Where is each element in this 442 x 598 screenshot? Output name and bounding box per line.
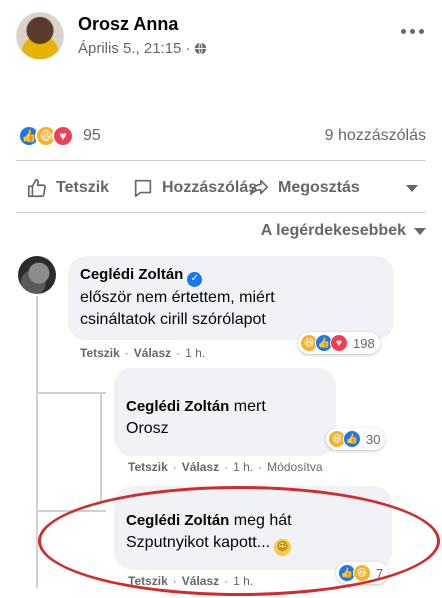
edited-label[interactable]: Módosítva <box>267 460 322 474</box>
comment-reply-link[interactable]: Válasz <box>182 574 219 588</box>
comment-text-line: először nem értettem, miért <box>80 288 275 306</box>
comment-text-line: meg hát <box>233 512 292 529</box>
comment-text-line: csináltatok cirill szórólapot <box>80 310 266 328</box>
like-button[interactable]: Tetszik <box>26 177 109 199</box>
meta-separator: · <box>224 460 229 474</box>
comment-meta: Tetszik · Válasz · 1 h. · Módosítva <box>128 460 323 474</box>
comment-sort-dropdown[interactable]: A legérdekesebbek <box>261 222 426 240</box>
comment-text-line: Orosz <box>126 420 169 437</box>
comment-like-link[interactable]: Tetszik <box>128 574 168 588</box>
comment-bubble: Ceglédi Zoltán ✓ először nem értettem, mi… <box>68 256 394 340</box>
comment-reactions[interactable]: 😆 👍 30 <box>326 428 386 450</box>
comment-button-label: Hozzászólás <box>162 179 258 196</box>
divider <box>16 212 426 213</box>
comment-icon <box>134 179 152 198</box>
comment-reply-link[interactable]: Válasz <box>182 460 219 474</box>
comment-author[interactable]: Ceglédi Zoltán <box>126 398 229 415</box>
reply-bubble: Ceglédi Zoltán meg hát Szputnyikot kapot… <box>114 486 392 570</box>
comment-reaction-count: 198 <box>353 335 375 351</box>
verified-badge-icon: ✓ <box>187 271 203 287</box>
share-dropdown-caret-icon[interactable] <box>406 184 418 192</box>
chevron-down-icon <box>414 227 426 235</box>
reaction-count[interactable]: 95 <box>83 127 101 145</box>
comment-reply-link[interactable]: Válasz <box>134 346 171 360</box>
meta-separator: · <box>176 346 181 360</box>
meta-separator: · <box>124 346 129 360</box>
comment-reaction-count: 30 <box>366 431 381 447</box>
sort-label: A legérdekesebbek <box>260 222 406 239</box>
comment-button[interactable]: Hozzászólás <box>132 177 257 199</box>
meta-separator: · <box>172 574 177 588</box>
haha-reaction-icon: 😆 <box>353 564 371 582</box>
meta-separator: · <box>172 460 177 474</box>
share-button[interactable]: Megosztás <box>248 177 360 199</box>
meta-separator: · <box>185 40 191 57</box>
post-action-bar: Tetszik Hozzászólás Megosztás <box>18 172 426 204</box>
comment-author[interactable]: Ceglédi Zoltán <box>80 266 183 283</box>
comment-time[interactable]: 1 h. <box>185 346 205 360</box>
meta-separator: · <box>224 574 229 588</box>
reply-connector <box>36 510 106 512</box>
reaction-summary[interactable]: 👍 😆 ♥ 95 <box>18 125 101 147</box>
love-reaction-icon: ♥ <box>330 334 348 352</box>
like-button-label: Tetszik <box>56 179 110 196</box>
reply-connector <box>36 392 106 394</box>
meta-separator: · <box>258 460 263 474</box>
post-author-name[interactable]: Orosz Anna <box>78 14 178 35</box>
reply-bubble: Ceglédi Zoltán mert Orosz <box>114 368 336 456</box>
share-icon <box>249 179 269 196</box>
author-avatar[interactable] <box>16 12 64 60</box>
post-date[interactable]: Április 5., 21:15 <box>78 40 181 57</box>
share-button-label: Megosztás <box>278 179 360 196</box>
love-reaction-icon: ♥ <box>52 125 74 147</box>
like-reaction-icon: 👍 <box>343 430 361 448</box>
comment-reactions[interactable]: 😆 👍 ♥ 198 <box>298 332 380 354</box>
comment-meta: Tetszik · Válasz · 1 h. <box>128 574 253 588</box>
post-meta: Április 5., 21:15 · <box>78 40 207 57</box>
comment-reaction-count: 7 <box>376 565 384 581</box>
more-dot-icon <box>418 28 424 34</box>
divider <box>16 160 426 161</box>
commenter-avatar[interactable] <box>18 256 56 294</box>
comment-reactions[interactable]: 👍 😆 7 <box>336 562 389 584</box>
more-dot-icon <box>409 28 415 34</box>
comment-text-line: Szputnyikot kapott... <box>126 534 271 551</box>
comment-author[interactable]: Ceglédi Zoltán <box>126 512 229 529</box>
comment-time[interactable]: 1 h. <box>233 574 253 588</box>
comment-meta: Tetszik · Válasz · 1 h. <box>80 346 205 360</box>
globe-icon <box>195 42 207 55</box>
thumbs-up-icon <box>27 178 46 198</box>
comment-like-link[interactable]: Tetszik <box>80 346 120 360</box>
more-dot-icon <box>400 28 406 34</box>
reply-thread-line <box>36 296 38 588</box>
reaction-summary-bar: 👍 😆 ♥ 95 9 hozzászólás <box>18 124 426 148</box>
more-options-button[interactable] <box>398 24 426 38</box>
comment-like-link[interactable]: Tetszik <box>128 460 168 474</box>
reply-connector <box>100 392 102 502</box>
comment-text-line: mert <box>233 398 266 415</box>
comment-count-link[interactable]: 9 hozzászólás <box>325 127 426 145</box>
post-header: Orosz Anna Április 5., 21:15 · <box>16 12 426 66</box>
wink-emoji-icon: 😉 <box>274 538 292 556</box>
comment-time[interactable]: 1 h. <box>233 460 253 474</box>
